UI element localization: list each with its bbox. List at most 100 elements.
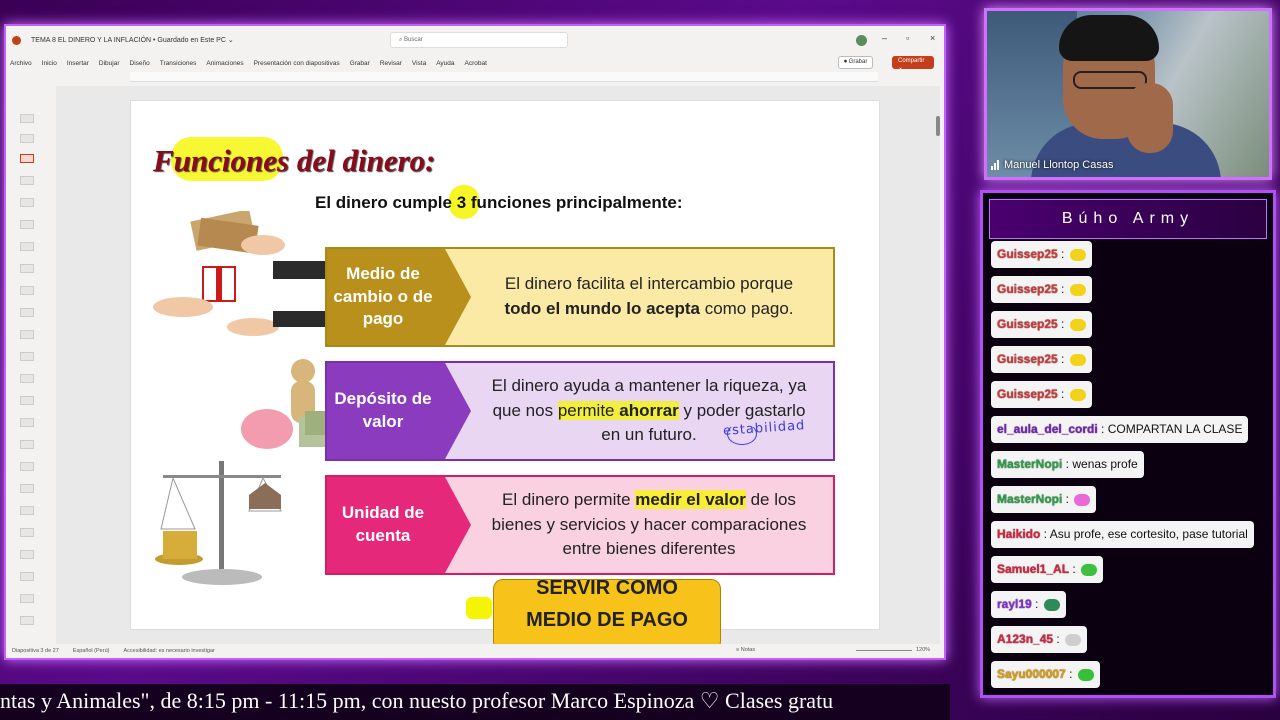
minimize-icon[interactable]: – — [882, 33, 887, 43]
record-button[interactable]: ⏺ Grabar — [838, 56, 874, 69]
menu-presentacion[interactable]: Presentación con diapositivas — [254, 60, 340, 67]
menu-revisar[interactable]: Revisar — [380, 60, 402, 67]
slide-thumb[interactable] — [20, 418, 34, 427]
slide-thumb[interactable] — [20, 594, 34, 603]
chat-text: Asu profe, ese cortesito, pase tutorial — [1049, 527, 1248, 541]
menu-insertar[interactable]: Insertar — [67, 60, 89, 67]
chat-bubble: Samuel1_AL : — [991, 556, 1104, 583]
zoom-level[interactable]: 120% — [916, 647, 930, 653]
slide-thumb[interactable] — [20, 242, 34, 251]
news-ticker: ntas y Animales", de 8:15 pm - 11:15 pm,… — [0, 684, 950, 720]
menu-archivo[interactable]: Archivo — [10, 60, 32, 67]
avatar[interactable] — [856, 35, 867, 46]
language-indicator[interactable]: Español (Perú) — [73, 648, 110, 654]
description-line: entre bienes diferentes — [562, 539, 736, 559]
slide-thumb[interactable] — [20, 506, 34, 515]
slide-thumb[interactable] — [20, 264, 34, 273]
menu-vista[interactable]: Vista — [412, 60, 426, 67]
chat-bubble: A123n_45 : — [991, 626, 1088, 653]
participant-label: Manuel Llontop Casas — [991, 159, 1113, 171]
chevron-arrow — [445, 363, 471, 459]
slide-thumb[interactable] — [20, 528, 34, 537]
menu-transiciones[interactable]: Transiciones — [160, 60, 197, 67]
close-icon[interactable]: × — [930, 33, 935, 43]
zoom-slider[interactable] — [856, 650, 912, 651]
chat-message: el_aula_del_cordi : COMPARTAN LA CLASE — [991, 416, 1273, 451]
chat-separator: : — [1057, 282, 1068, 296]
chat-username[interactable]: Guissep25 — [997, 387, 1058, 401]
slide-thumb[interactable] — [20, 572, 34, 581]
chat-username[interactable]: Guissep25 — [997, 317, 1058, 331]
emote-icon — [1069, 248, 1086, 261]
accessibility-indicator[interactable]: Accesibilidad: es necesario investigar — [123, 648, 214, 654]
chat-username[interactable]: Samuel1_AL — [997, 562, 1069, 576]
function-description: El dinero facilita el intercambio porque… — [473, 249, 825, 345]
person-hand — [1127, 83, 1173, 153]
slide-thumb[interactable] — [20, 220, 34, 229]
slide-thumb[interactable] — [20, 462, 34, 471]
menu-ayuda[interactable]: Ayuda — [436, 60, 454, 67]
chat-username[interactable]: Guissep25 — [997, 282, 1058, 296]
chat-bubble: MasterNopi : wenas profe — [991, 451, 1144, 478]
chat-username[interactable]: A123n_45 — [997, 632, 1053, 646]
function-tag: Depósito de valor — [327, 363, 445, 459]
chat-separator: : — [1097, 422, 1108, 436]
chat-separator: : — [1040, 527, 1050, 541]
emote-icon — [1069, 388, 1086, 401]
slide-counter: Diapositiva 3 de 27 — [12, 648, 59, 654]
slide-thumb[interactable] — [20, 154, 34, 163]
slide-thumb[interactable] — [20, 616, 34, 625]
subtitle-number: 3 — [456, 193, 467, 212]
function-tag: Unidad de cuenta — [327, 477, 445, 573]
vertical-scrollbar[interactable] — [936, 116, 940, 136]
slide-thumb[interactable] — [20, 134, 34, 143]
emote-icon — [1081, 563, 1098, 576]
description-line: El dinero permite — [502, 490, 636, 510]
slide-thumb[interactable] — [20, 286, 34, 295]
notes-button[interactable]: ≡ Notas — [736, 647, 755, 653]
menu-dibujar[interactable]: Dibujar — [99, 60, 120, 67]
chat-username[interactable]: el_aula_del_cordi — [997, 422, 1098, 436]
chat-bubble: Haikido : Asu profe, ese cortesito, pase… — [991, 521, 1254, 548]
slide-thumb[interactable] — [20, 374, 34, 383]
menu-acrobat[interactable]: Acrobat — [465, 60, 487, 67]
slide: Funciones del dinero: El dinero cumple 3… — [130, 100, 880, 658]
window-title: TEMA 8 EL DINERO Y LA INFLACIÓN • Guarda… — [31, 37, 234, 44]
chat-separator: : — [1053, 632, 1064, 646]
search-input[interactable]: ⌕ Buscar — [390, 32, 568, 48]
chat-bubble: Guissep25 : — [991, 311, 1092, 338]
chat-text: COMPARTAN LA CLASE — [1107, 422, 1243, 436]
slide-thumb[interactable] — [20, 114, 34, 123]
slide-thumb[interactable] — [20, 440, 34, 449]
chat-message: Haikido : Asu profe, ese cortesito, pase… — [991, 521, 1273, 556]
chat-username[interactable]: Guissep25 — [997, 352, 1058, 366]
chat-separator: : — [1069, 562, 1080, 576]
slide-thumb[interactable] — [20, 176, 34, 185]
chat-username[interactable]: rayl19 — [997, 597, 1032, 611]
slide-thumb[interactable] — [20, 550, 34, 559]
slide-thumb[interactable] — [20, 484, 34, 493]
slide-thumb[interactable] — [20, 308, 34, 317]
share-button[interactable]: Compartir ⌄ — [892, 56, 934, 71]
menu-grabar[interactable]: Grabar — [350, 60, 370, 67]
chat-username[interactable]: Haikido — [997, 527, 1040, 541]
function-row-medio-de-cambio: Medio de cambio o de pago El dinero faci… — [325, 247, 835, 347]
menu-inicio[interactable]: Inicio — [42, 60, 57, 67]
slide-thumb[interactable] — [20, 198, 34, 207]
chat-username[interactable]: MasterNopi — [997, 492, 1062, 506]
maximize-icon[interactable]: ▫ — [906, 33, 909, 43]
menu-animaciones[interactable]: Animaciones — [206, 60, 243, 67]
chat-message: Guissep25 : — [991, 311, 1273, 346]
chat-bubble: rayl19 : — [991, 591, 1066, 618]
chat-bubble: Sayu000007 : — [991, 661, 1100, 688]
chat-bubble: Guissep25 : — [991, 276, 1092, 303]
chat-username[interactable]: Sayu000007 — [997, 667, 1066, 681]
title-bar: TEMA 8 EL DINERO Y LA INFLACIÓN • Guarda… — [6, 26, 944, 54]
slide-thumb[interactable] — [20, 330, 34, 339]
powerpoint-logo-icon — [12, 35, 21, 45]
slide-thumb[interactable] — [20, 352, 34, 361]
menu-diseno[interactable]: Diseño — [130, 60, 150, 67]
chat-username[interactable]: Guissep25 — [997, 247, 1058, 261]
slide-thumb[interactable] — [20, 396, 34, 405]
chat-username[interactable]: MasterNopi — [997, 457, 1062, 471]
